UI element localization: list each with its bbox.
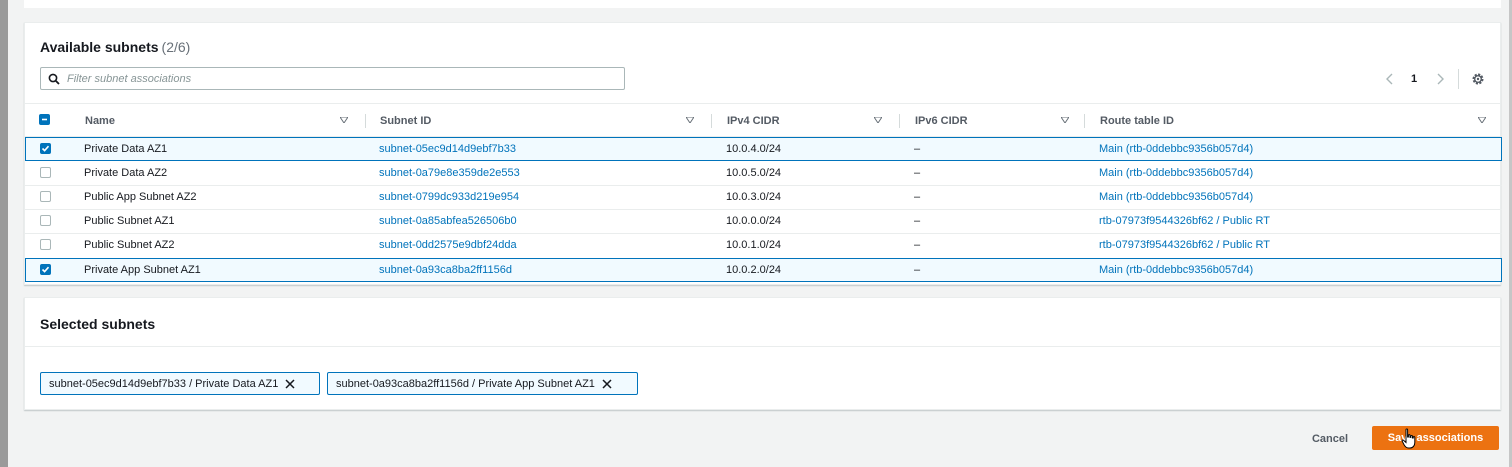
panel-title: Available subnets (40, 39, 159, 55)
route-table-link[interactable]: Main (rtb-0ddebbc9356b057d4) (1099, 259, 1253, 281)
hand-pointer-icon (1401, 428, 1416, 449)
subnet-name: Private App Subnet AZ1 (84, 264, 201, 276)
available-subnets-title: Available subnets (2/6) (40, 39, 190, 55)
table-row[interactable]: Public App Subnet AZ2 subnet-0799dc933d2… (25, 185, 1502, 209)
selected-subnets-panel: Selected subnets subnet-05ec9d14d9ebf7b3… (24, 297, 1501, 410)
route-table-link[interactable]: rtb-07973f9544326bf62 / Public RT (1099, 209, 1270, 233)
row-checkbox[interactable] (40, 264, 51, 275)
table-header: Name Subnet ID IPv4 CIDR IPv6 CIDR Route… (25, 103, 1500, 137)
selected-subnets-title: Selected subnets (40, 316, 156, 332)
subnet-id-link[interactable]: subnet-0799dc933d219e954 (379, 185, 519, 209)
available-subnets-panel: Available subnets(2/6) 1 Name Subnet ID … (24, 22, 1502, 285)
sort-down-icon[interactable] (1061, 117, 1069, 123)
row-checkbox[interactable] (40, 191, 51, 202)
panel-divider (25, 346, 1500, 347)
column-divider[interactable] (1084, 114, 1085, 128)
table-row[interactable]: Private Data AZ2 subnet-0a79e8e359de2e55… (25, 161, 1502, 185)
route-table-link[interactable]: Main (rtb-0ddebbc9356b057d4) (1099, 138, 1253, 160)
subnet-id-link[interactable]: subnet-0a93ca8ba2ff1156d (379, 259, 512, 281)
select-all-checkbox[interactable] (39, 114, 50, 125)
gear-icon[interactable] (1471, 69, 1485, 89)
sort-down-icon[interactable] (1478, 117, 1486, 123)
sort-down-icon[interactable] (686, 117, 694, 123)
row-checkbox[interactable] (40, 215, 51, 226)
row-checkbox[interactable] (40, 239, 51, 250)
column-header-subnet-id[interactable]: Subnet ID (380, 104, 431, 138)
selected-subnet-token: subnet-05ec9d14d9ebf7b33 / Private Data … (40, 372, 320, 395)
token-label: subnet-05ec9d14d9ebf7b33 / Private Data … (49, 377, 279, 390)
row-checkbox[interactable] (40, 167, 51, 178)
pager-divider (1458, 69, 1459, 89)
left-edge-bar (0, 0, 8, 467)
column-divider[interactable] (899, 114, 900, 128)
subnet-name: Private Data AZ1 (84, 143, 168, 155)
ipv6-cidr: – (914, 143, 921, 155)
ipv4-cidr: 10.0.3.0/24 (726, 191, 782, 203)
subnet-id-link[interactable]: subnet-0dd2575e9dbf24dda (379, 233, 517, 257)
subnet-name: Private Data AZ2 (84, 167, 168, 179)
row-checkbox[interactable] (40, 143, 51, 154)
route-table-link[interactable]: Main (rtb-0ddebbc9356b057d4) (1099, 161, 1253, 185)
filter-field[interactable] (40, 67, 625, 90)
ipv6-cidr: – (914, 215, 921, 227)
filter-input[interactable] (67, 70, 617, 87)
route-table-link[interactable]: Main (rtb-0ddebbc9356b057d4) (1099, 185, 1253, 209)
page-number[interactable]: 1 (1411, 69, 1417, 89)
column-header-route-table-id[interactable]: Route table ID (1100, 104, 1174, 138)
table-row[interactable]: Private Data AZ1 subnet-05ec9d14d9ebf7b3… (25, 137, 1502, 161)
subnet-id-link[interactable]: subnet-0a85abfea526506b0 (379, 209, 517, 233)
ipv6-cidr: – (914, 239, 921, 251)
save-associations-button[interactable]: Save associations (1372, 426, 1499, 450)
ipv4-cidr: 10.0.5.0/24 (726, 167, 782, 179)
column-header-ipv6-cidr[interactable]: IPv6 CIDR (915, 104, 968, 138)
search-icon (48, 73, 60, 85)
column-header-name[interactable]: Name (85, 104, 115, 138)
close-icon[interactable] (284, 378, 296, 390)
ipv6-cidr: – (914, 167, 921, 179)
selected-subnet-token: subnet-0a93ca8ba2ff1156d / Private App S… (327, 372, 638, 395)
ipv4-cidr: 10.0.0.0/24 (726, 215, 782, 227)
column-header-ipv4-cidr[interactable]: IPv4 CIDR (727, 104, 780, 138)
column-divider[interactable] (365, 114, 366, 128)
subnet-name: Public App Subnet AZ2 (84, 191, 197, 203)
ipv4-cidr: 10.0.4.0/24 (726, 143, 782, 155)
route-table-link[interactable]: rtb-07973f9544326bf62 / Public RT (1099, 233, 1270, 257)
close-icon[interactable] (601, 378, 613, 390)
token-label: subnet-0a93ca8ba2ff1156d / Private App S… (336, 377, 595, 390)
sort-down-icon[interactable] (874, 117, 882, 123)
cancel-button[interactable]: Cancel (1300, 429, 1360, 449)
sort-down-icon[interactable] (340, 117, 348, 123)
selection-count: (2/6) (161, 39, 191, 55)
chevron-right-icon[interactable] (1435, 69, 1445, 89)
previous-card-edge (24, 0, 1501, 8)
ipv4-cidr: 10.0.2.0/24 (726, 264, 782, 276)
column-divider[interactable] (711, 114, 712, 128)
table-row[interactable]: Public Subnet AZ2 subnet-0dd2575e9dbf24d… (25, 233, 1502, 257)
chevron-left-icon[interactable] (1385, 69, 1395, 89)
ipv4-cidr: 10.0.1.0/24 (726, 239, 782, 251)
table-row[interactable]: Private App Subnet AZ1 subnet-0a93ca8ba2… (25, 258, 1502, 282)
subnet-name: Public Subnet AZ2 (84, 239, 175, 251)
ipv6-cidr: – (914, 191, 921, 203)
subnet-id-link[interactable]: subnet-0a79e8e359de2e553 (379, 161, 520, 185)
subnet-name: Public Subnet AZ1 (84, 215, 175, 227)
table-row[interactable]: Public Subnet AZ1 subnet-0a85abfea526506… (25, 209, 1502, 233)
subnet-id-link[interactable]: subnet-05ec9d14d9ebf7b33 (379, 138, 516, 160)
ipv6-cidr: – (914, 264, 921, 276)
